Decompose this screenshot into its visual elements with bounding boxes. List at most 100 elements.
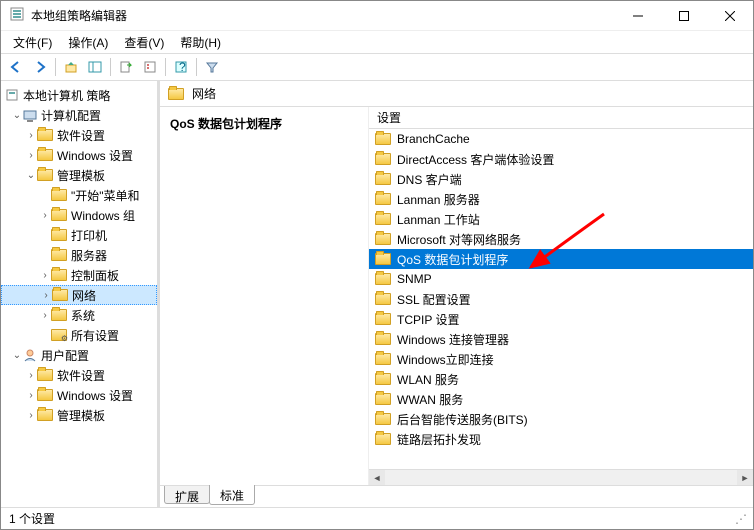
list-item-label: DirectAccess 客户端体验设置: [397, 151, 554, 168]
twisty-icon[interactable]: ›: [40, 290, 52, 301]
tree-printer[interactable]: 打印机: [1, 225, 157, 245]
up-button[interactable]: [60, 56, 82, 78]
list-item[interactable]: 链路层拓扑发现: [369, 429, 753, 449]
toolbar-separator: [55, 58, 56, 76]
twisty-icon[interactable]: ›: [25, 130, 37, 141]
menu-help[interactable]: 帮助(H): [172, 32, 229, 53]
list-item[interactable]: WWAN 服务: [369, 389, 753, 409]
twisty-icon[interactable]: ⌄: [11, 110, 23, 121]
list-item-label: DNS 客户端: [397, 171, 462, 188]
folder-icon: [168, 88, 184, 100]
tree-root[interactable]: 本地计算机 策略: [1, 85, 157, 105]
folder-icon: [375, 173, 391, 185]
help-button[interactable]: ?: [170, 56, 192, 78]
tree-windows-settings-user[interactable]: ›Windows 设置: [1, 385, 157, 405]
tree-windows-components[interactable]: ›Windows 组: [1, 205, 157, 225]
maximize-button[interactable]: [661, 1, 707, 31]
folder-icon: [375, 153, 391, 165]
settings-list[interactable]: BranchCache DirectAccess 客户端体验设置 DNS 客户端 La…: [369, 129, 753, 469]
list-item[interactable]: SNMP: [369, 269, 753, 289]
scroll-track[interactable]: [385, 470, 737, 485]
tab-standard[interactable]: 标准: [209, 485, 255, 505]
scroll-right-button[interactable]: ►: [737, 470, 753, 485]
tree-software-settings[interactable]: › 软件设置: [1, 125, 157, 145]
list-item[interactable]: WLAN 服务: [369, 369, 753, 389]
list-item[interactable]: 后台智能传送服务(BITS): [369, 409, 753, 429]
tree-label: 软件设置: [57, 127, 105, 144]
folder-icon: [37, 369, 53, 381]
tree-control-panel[interactable]: ›控制面板: [1, 265, 157, 285]
folder-icon: [37, 389, 53, 401]
list-item[interactable]: DNS 客户端: [369, 169, 753, 189]
tree-label: 管理模板: [57, 407, 105, 424]
list-item[interactable]: Microsoft 对等网络服务: [369, 229, 753, 249]
tree-user-config[interactable]: ⌄ 用户配置: [1, 345, 157, 365]
tab-extended[interactable]: 扩展: [164, 486, 210, 504]
tree-all-settings[interactable]: 所有设置: [1, 325, 157, 345]
list-item[interactable]: TCPIP 设置: [369, 309, 753, 329]
tree-label: "开始"菜单和: [71, 187, 140, 204]
column-header-settings[interactable]: 设置: [369, 107, 753, 129]
close-button[interactable]: [707, 1, 753, 31]
tree-start-menu[interactable]: "开始"菜单和: [1, 185, 157, 205]
twisty-icon[interactable]: ›: [39, 210, 51, 221]
twisty-icon[interactable]: ›: [25, 370, 37, 381]
folder-icon: [51, 309, 67, 321]
tree-network[interactable]: ›网络: [1, 285, 157, 305]
list-item-label: BranchCache: [397, 132, 470, 146]
list-item[interactable]: QoS 数据包计划程序: [369, 249, 753, 269]
list-item[interactable]: Windows 连接管理器: [369, 329, 753, 349]
minimize-button[interactable]: [615, 1, 661, 31]
twisty-icon[interactable]: ›: [39, 310, 51, 321]
twisty-icon[interactable]: ›: [25, 150, 37, 161]
scroll-left-button[interactable]: ◄: [369, 470, 385, 485]
tree-windows-settings[interactable]: ›Windows 设置: [1, 145, 157, 165]
properties-button[interactable]: [139, 56, 161, 78]
list-item[interactable]: Windows立即连接: [369, 349, 753, 369]
twisty-icon[interactable]: ⌄: [11, 350, 23, 361]
folder-icon: [375, 313, 391, 325]
folder-icon: [375, 293, 391, 305]
twisty-icon[interactable]: ›: [39, 270, 51, 281]
list-item[interactable]: Lanman 服务器: [369, 189, 753, 209]
menu-view[interactable]: 查看(V): [116, 32, 172, 53]
folder-icon: [51, 189, 67, 201]
tree-admin-templates-user[interactable]: › 管理模板: [1, 405, 157, 425]
menu-file[interactable]: 文件(F): [5, 32, 60, 53]
forward-button[interactable]: [29, 56, 51, 78]
twisty-icon[interactable]: ›: [25, 410, 37, 421]
list-item-label: Lanman 服务器: [397, 191, 480, 208]
list-item[interactable]: BranchCache: [369, 129, 753, 149]
resize-grip-icon[interactable]: ⋰: [735, 512, 745, 526]
list-item[interactable]: SSL 配置设置: [369, 289, 753, 309]
content-area: 本地计算机 策略 ⌄ 计算机配置 ›软件设置 ›Windows 设置 ⌄管理模板…: [1, 81, 753, 507]
tree-computer-config[interactable]: ⌄ 计算机配置: [1, 105, 157, 125]
export-button[interactable]: [115, 56, 137, 78]
tree-system[interactable]: ›系统: [1, 305, 157, 325]
tree-pane[interactable]: 本地计算机 策略 ⌄ 计算机配置 ›软件设置 ›Windows 设置 ⌄管理模板…: [1, 81, 159, 507]
horizontal-scrollbar[interactable]: ◄ ►: [369, 469, 753, 485]
folder-icon: [51, 229, 67, 241]
list-item-label: Windows 连接管理器: [397, 331, 509, 348]
folder-icon: [375, 133, 391, 145]
tree-server[interactable]: 服务器: [1, 245, 157, 265]
detail-pane: 网络 QoS 数据包计划程序 设置 BranchCacheDirectAcces…: [159, 81, 753, 507]
tree-admin-templates[interactable]: ⌄管理模板: [1, 165, 157, 185]
tree-label: 打印机: [71, 227, 107, 244]
twisty-icon[interactable]: ›: [25, 390, 37, 401]
folder-icon: [375, 253, 391, 265]
computer-icon: [23, 109, 37, 121]
tree-label: 计算机配置: [41, 107, 101, 124]
detail-body: QoS 数据包计划程序 设置 BranchCache DirectAccess 客…: [160, 107, 753, 485]
tree-label: 本地计算机 策略: [23, 87, 110, 104]
list-item[interactable]: DirectAccess 客户端体验设置: [369, 149, 753, 169]
menu-action[interactable]: 操作(A): [60, 32, 116, 53]
show-hide-tree-button[interactable]: [84, 56, 106, 78]
tree-software-settings-user[interactable]: ›软件设置: [1, 365, 157, 385]
list-item[interactable]: Lanman 工作站: [369, 209, 753, 229]
folder-icon: [375, 373, 391, 385]
twisty-icon[interactable]: ⌄: [25, 170, 37, 181]
back-button[interactable]: [5, 56, 27, 78]
filter-button[interactable]: [201, 56, 223, 78]
toolbar: ?: [1, 53, 753, 81]
